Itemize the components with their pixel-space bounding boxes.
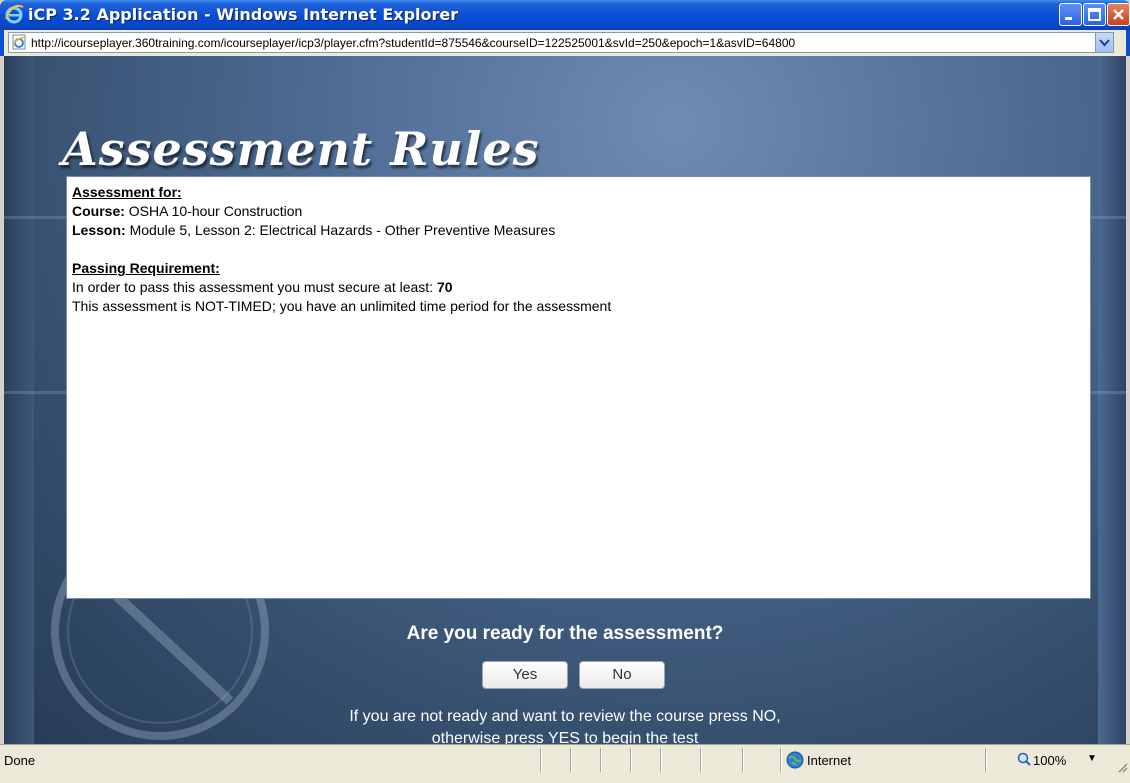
passing-requirement-label: Passing Requirement: (72, 260, 220, 276)
course-label: Course: (72, 203, 125, 219)
zoom-icon (1017, 752, 1031, 766)
chevron-down-icon (1099, 39, 1110, 47)
passing-text: In order to pass this assessment you mus… (72, 279, 434, 295)
url-text: http://icourseplayer.360training.com/ico… (31, 36, 796, 50)
hint-line-1: If you are not ready and want to review … (349, 708, 781, 725)
hint-text: If you are not ready and want to review … (4, 706, 1126, 744)
page-icon (12, 34, 27, 50)
ready-question: Are you ready for the assessment? (406, 623, 724, 644)
lesson-row: Lesson: Module 5, Lesson 2: Electrical H… (72, 221, 1085, 240)
globe-icon (786, 751, 804, 769)
zoom-level[interactable]: 100% (1033, 753, 1066, 768)
ie-icon (5, 4, 24, 24)
rules-panel: Assessment for: Course: OSHA 10-hour Con… (66, 176, 1091, 599)
status-divider (540, 748, 541, 772)
status-divider (985, 748, 986, 772)
status-text: Done (4, 753, 36, 768)
yes-button[interactable]: Yes (482, 661, 568, 689)
minimize-button[interactable] (1059, 3, 1082, 26)
address-dropdown-button[interactable] (1095, 33, 1113, 52)
maximize-button[interactable] (1083, 3, 1106, 26)
close-icon (1113, 9, 1124, 20)
passing-row: In order to pass this assessment you mus… (72, 278, 1085, 297)
status-divider (660, 748, 661, 772)
lesson-value: Module 5, Lesson 2: Electrical Hazards -… (129, 222, 556, 238)
status-divider (700, 748, 701, 772)
passing-score: 70 (436, 279, 453, 295)
close-button[interactable] (1107, 3, 1130, 26)
address-field[interactable]: http://icourseplayer.360training.com/ico… (8, 32, 1114, 53)
lesson-label: Lesson: (72, 222, 126, 238)
no-button[interactable]: No (579, 661, 665, 689)
status-divider (630, 748, 631, 772)
maximize-icon (1088, 8, 1101, 21)
status-divider (570, 748, 571, 772)
window-title: iCP 3.2 Application - Windows Internet E… (28, 5, 459, 24)
minimize-icon (1065, 17, 1072, 20)
hint-line-2: otherwise press YES to begin the test (431, 730, 699, 744)
page-content: Assessment Rules Assessment for: Course:… (4, 56, 1126, 744)
timing-text: This assessment is NOT-TIMED; you have a… (72, 298, 612, 314)
page-heading: Assessment Rules (62, 122, 540, 176)
address-bar: http://icourseplayer.360training.com/ico… (0, 30, 1130, 56)
status-divider (780, 748, 781, 772)
security-zone[interactable]: Internet (807, 753, 851, 768)
assessment-for-label: Assessment for: (72, 184, 182, 200)
zoom-dropdown-icon[interactable]: ▼ (1087, 753, 1097, 764)
resize-grip-icon[interactable] (1116, 761, 1128, 773)
status-divider (600, 748, 601, 772)
course-row: Course: OSHA 10-hour Construction (72, 202, 1085, 221)
title-bar[interactable]: iCP 3.2 Application - Windows Internet E… (0, 0, 1130, 30)
status-bar: Done Internet 100% ▼ (0, 744, 1130, 783)
course-value: OSHA 10-hour Construction (128, 203, 303, 219)
status-divider (742, 748, 743, 772)
